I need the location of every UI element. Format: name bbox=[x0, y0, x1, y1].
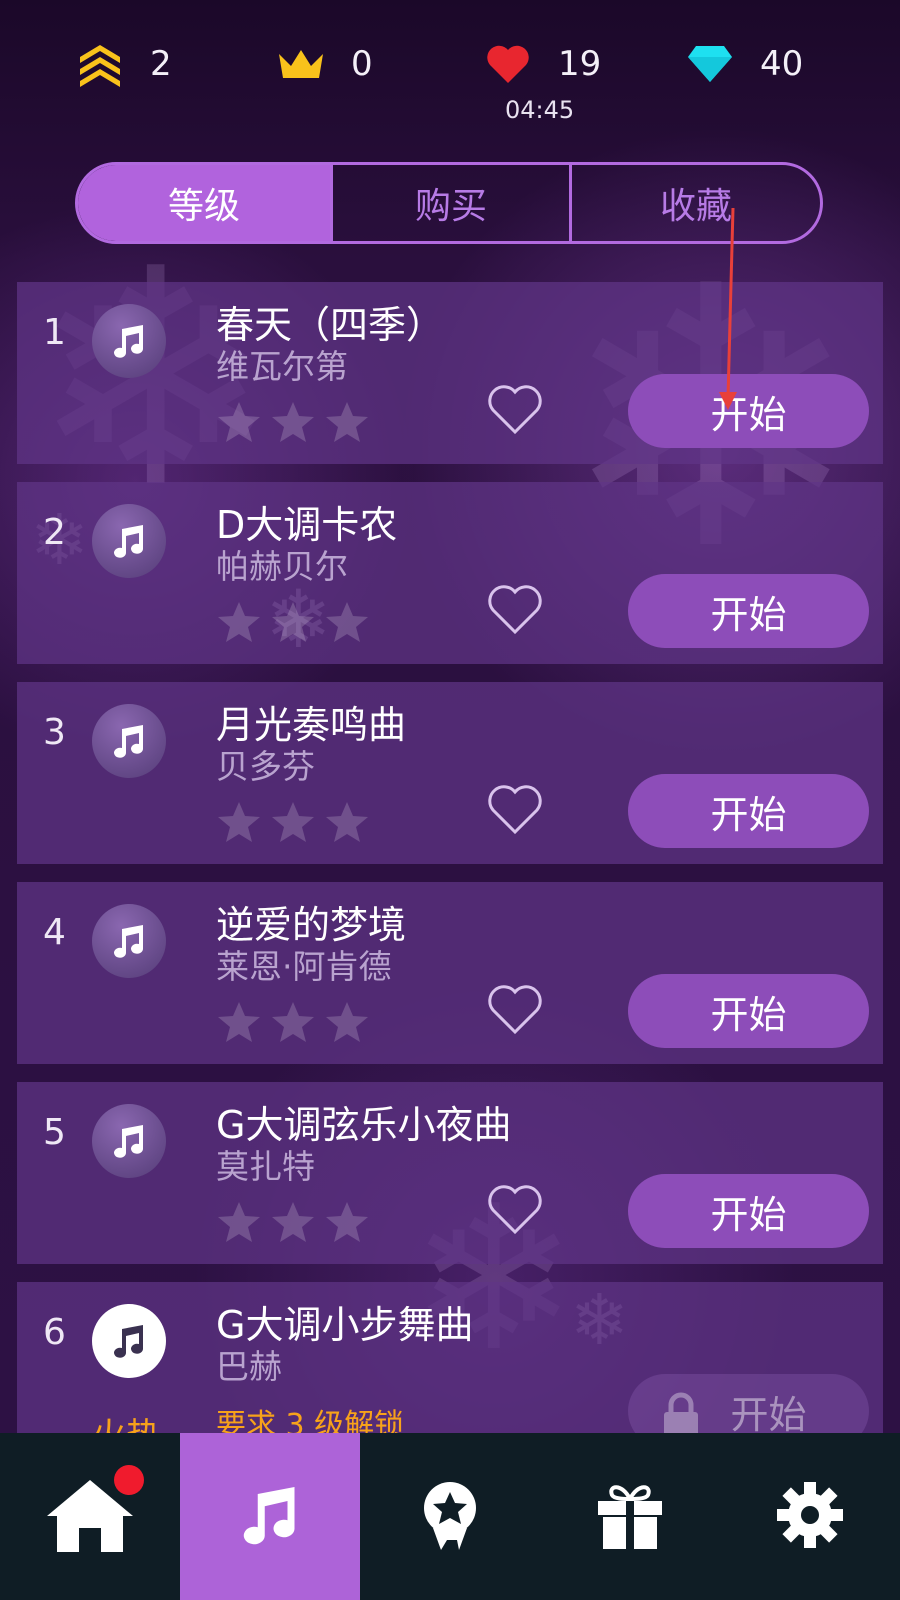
star-icon bbox=[326, 602, 368, 642]
tab-level[interactable]: 等级 bbox=[78, 165, 330, 241]
music-note-icon bbox=[92, 904, 166, 978]
song-row: 1 春天（四季） 维瓦尔第 开始 bbox=[17, 282, 883, 464]
song-index: 5 bbox=[43, 1112, 66, 1153]
gift-icon bbox=[594, 1479, 666, 1555]
notification-dot bbox=[114, 1465, 144, 1495]
song-artist: 帕赫贝尔 bbox=[216, 547, 348, 586]
level-value: 2 bbox=[150, 44, 172, 84]
start-button-label: 开始 bbox=[730, 1392, 807, 1434]
song-artist: 莫扎特 bbox=[216, 1147, 315, 1186]
crown-value: 0 bbox=[351, 44, 373, 84]
nav-music[interactable] bbox=[180, 1433, 360, 1600]
lives-timer: 04:45 bbox=[505, 96, 575, 124]
song-row: 2 D大调卡农 帕赫贝尔 开始 bbox=[17, 482, 883, 664]
tab-buy[interactable]: 购买 bbox=[333, 165, 569, 241]
crown-stat: 0 bbox=[277, 36, 373, 92]
music-note-icon bbox=[92, 504, 166, 578]
star-icon bbox=[272, 1002, 314, 1042]
star-icon bbox=[272, 602, 314, 642]
music-note-icon bbox=[92, 1104, 166, 1178]
song-index: 2 bbox=[43, 512, 66, 553]
heart-icon bbox=[484, 40, 532, 88]
badge-icon bbox=[419, 1478, 481, 1556]
start-button-locked[interactable]: 开始 bbox=[628, 1374, 869, 1433]
nav-home[interactable] bbox=[0, 1433, 180, 1600]
song-index: 4 bbox=[43, 912, 66, 953]
start-button[interactable]: 开始 bbox=[628, 974, 869, 1048]
favorite-heart-icon[interactable] bbox=[485, 582, 545, 640]
music-note-icon bbox=[92, 1304, 166, 1378]
start-button[interactable]: 开始 bbox=[628, 374, 869, 448]
level-stat: 2 bbox=[76, 36, 172, 92]
star-rating bbox=[216, 1000, 370, 1044]
start-button[interactable]: 开始 bbox=[628, 574, 869, 648]
song-artist: 巴赫 bbox=[216, 1347, 282, 1386]
favorite-heart-icon[interactable] bbox=[485, 382, 545, 440]
star-icon bbox=[326, 1002, 368, 1042]
star-rating bbox=[216, 400, 370, 444]
star-icon bbox=[218, 602, 260, 642]
star-icon bbox=[218, 802, 260, 842]
song-row: 3 月光奏鸣曲 贝多芬 开始 bbox=[17, 682, 883, 864]
chevrons-up-icon bbox=[76, 40, 124, 88]
star-rating bbox=[216, 800, 370, 844]
unlock-requirement: 要求 3 级解锁 bbox=[216, 1408, 405, 1433]
star-icon bbox=[272, 1202, 314, 1242]
star-icon bbox=[272, 402, 314, 442]
song-row: 4 逆爱的梦境 莱恩·阿肯德 开始 bbox=[17, 882, 883, 1064]
star-rating bbox=[216, 600, 370, 644]
favorite-heart-icon[interactable] bbox=[485, 1182, 545, 1240]
nav-gift[interactable] bbox=[540, 1433, 720, 1600]
music-note-icon bbox=[92, 304, 166, 378]
gems-value: 40 bbox=[760, 44, 804, 84]
gear-icon bbox=[775, 1480, 845, 1554]
star-icon bbox=[272, 802, 314, 842]
gems-stat: 40 bbox=[686, 36, 803, 92]
nav-settings[interactable] bbox=[720, 1433, 900, 1600]
tab-bar: 等级 购买 收藏 bbox=[75, 162, 823, 244]
music-icon bbox=[235, 1477, 305, 1557]
start-button[interactable]: 开始 bbox=[628, 1174, 869, 1248]
song-index: 3 bbox=[43, 712, 66, 753]
lives-stat: 19 bbox=[484, 36, 601, 92]
star-icon bbox=[326, 1202, 368, 1242]
song-artist: 维瓦尔第 bbox=[216, 347, 348, 386]
song-row: 5 G大调弦乐小夜曲 莫扎特 开始 bbox=[17, 1082, 883, 1264]
favorite-heart-icon[interactable] bbox=[485, 782, 545, 840]
song-artist: 莱恩·阿肯德 bbox=[216, 947, 392, 986]
tab-favorites[interactable]: 收藏 bbox=[572, 165, 820, 241]
lives-value: 19 bbox=[558, 44, 602, 84]
song-index: 6 bbox=[43, 1312, 66, 1353]
crown-icon bbox=[277, 40, 325, 88]
star-icon bbox=[326, 802, 368, 842]
music-note-icon bbox=[92, 704, 166, 778]
song-artist: 贝多芬 bbox=[216, 747, 315, 786]
start-button[interactable]: 开始 bbox=[628, 774, 869, 848]
diamond-icon bbox=[686, 40, 734, 88]
song-row-locked: 6 火热 G大调小步舞曲 巴赫 要求 3 级解锁 开始 bbox=[17, 1282, 883, 1433]
song-index: 1 bbox=[43, 312, 66, 353]
nav-badge[interactable] bbox=[360, 1433, 540, 1600]
hot-badge: 火热 bbox=[92, 1408, 160, 1433]
star-icon bbox=[218, 1202, 260, 1242]
favorite-heart-icon[interactable] bbox=[485, 982, 545, 1040]
bottom-nav bbox=[0, 1433, 900, 1600]
star-icon bbox=[218, 402, 260, 442]
star-rating bbox=[216, 1200, 370, 1244]
star-icon bbox=[218, 1002, 260, 1042]
star-icon bbox=[326, 402, 368, 442]
lock-icon bbox=[662, 1392, 700, 1433]
